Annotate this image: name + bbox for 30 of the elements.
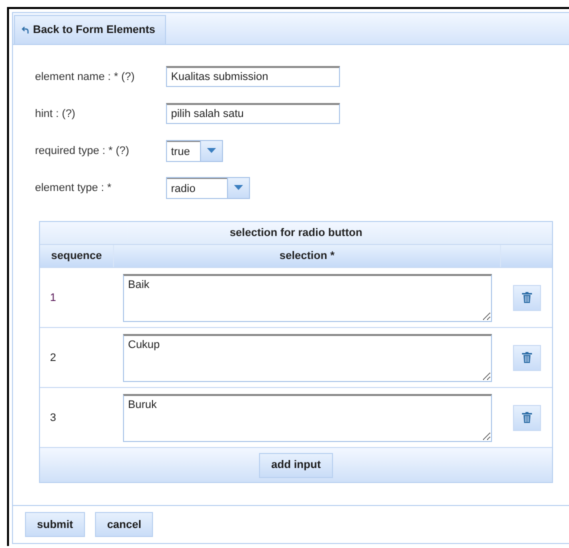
- field-label: element type : *: [35, 182, 112, 194]
- delete-button[interactable]: [512, 284, 540, 310]
- caret-icon: [234, 185, 243, 190]
- text-field[interactable]: pilih salah satu: [166, 103, 340, 124]
- submit-button[interactable]: submit: [25, 512, 86, 537]
- column-header: sequence: [40, 245, 114, 267]
- delete-button[interactable]: [512, 404, 540, 430]
- trash-icon: [522, 352, 532, 363]
- cancel-button[interactable]: cancel: [95, 512, 154, 537]
- caret-icon: [207, 148, 216, 153]
- text-field[interactable]: Kualitas submission: [166, 66, 340, 87]
- sequence-number: 1: [49, 292, 58, 304]
- field-label: hint : (?): [35, 108, 76, 120]
- column-header: selection *: [114, 245, 501, 267]
- selection-textarea[interactable]: Cukup: [123, 334, 492, 382]
- table-title: selection for radio button: [40, 222, 552, 245]
- sequence-number: 2: [49, 352, 58, 364]
- back-arrow-icon: [21, 26, 29, 34]
- selection-textarea[interactable]: Baik: [123, 274, 492, 322]
- add-input-button[interactable]: add input: [259, 452, 333, 478]
- sequence-number: 3: [49, 412, 58, 424]
- trash-icon: [522, 292, 532, 303]
- selection-textarea[interactable]: Buruk: [123, 394, 492, 442]
- dropdown[interactable]: radio: [166, 176, 250, 198]
- trash-icon: [522, 412, 532, 423]
- dropdown[interactable]: true: [166, 140, 223, 162]
- field-label: element name : * (?): [35, 70, 136, 82]
- field-label: required type : * (?): [35, 144, 130, 156]
- back-tab[interactable]: Back to Form Elements: [14, 15, 166, 44]
- delete-button[interactable]: [512, 344, 540, 370]
